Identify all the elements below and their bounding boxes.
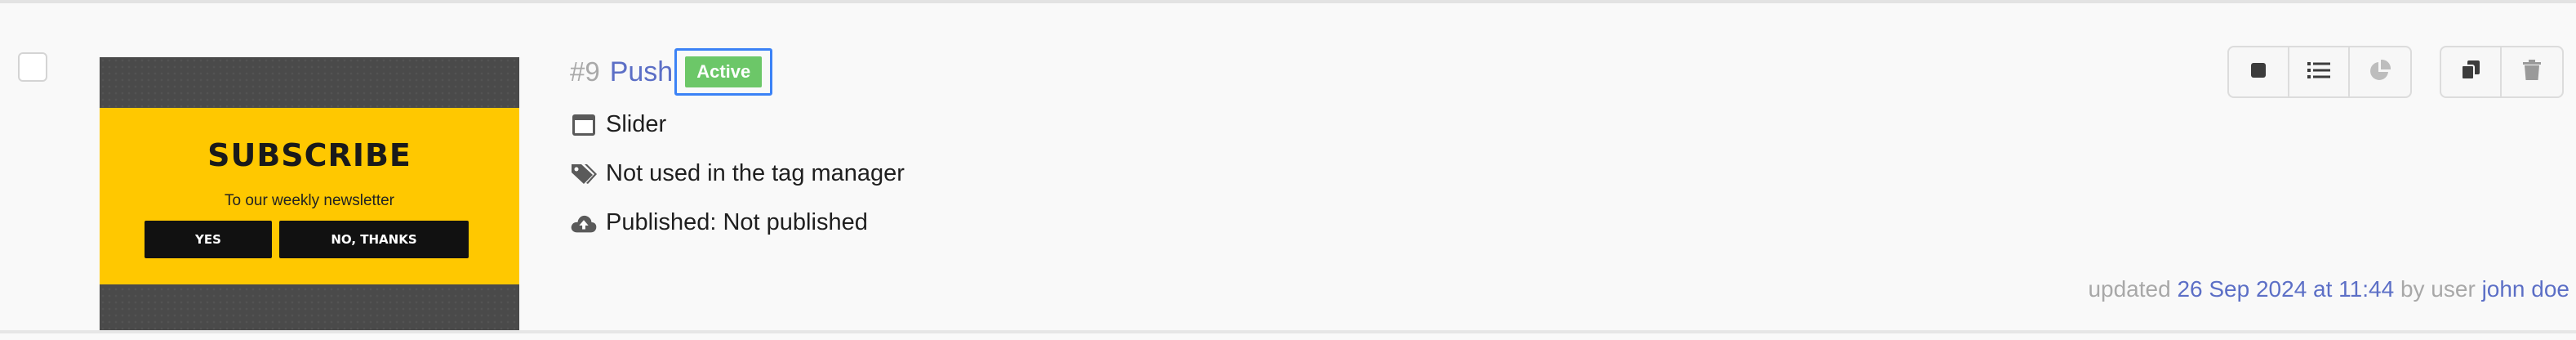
thumbnail-no-button: NO, THANKS [279,221,469,258]
thumbnail-yes-button: YES [145,221,272,258]
view-actions-group [2227,46,2412,98]
trash-icon [2523,59,2541,85]
cloud-upload-icon [570,211,598,235]
list-button[interactable] [2289,47,2350,96]
thumbnail-subtitle: To our weekly newsletter [224,192,395,209]
item-name-link[interactable]: Push [610,56,674,88]
edit-actions-group [2440,46,2564,98]
updated-by-text: by user [2400,276,2476,302]
item-title-line: #9 Push Active [570,48,773,96]
bottom-divider [0,330,2576,333]
meta-tag-row: Not used in the tag manager [570,160,905,187]
meta-published-row: Published: Not published [570,209,868,236]
meta-type-row: Slider [570,111,666,138]
tags-icon [570,162,598,186]
meta-tag-manager-label: Not used in the tag manager [606,160,905,186]
popup-thumbnail[interactable]: SUBSCRIBE To our weekly newsletter YES N… [100,57,519,330]
status-badge[interactable]: Active [685,56,763,87]
statistics-button[interactable] [2350,47,2410,96]
delete-button[interactable] [2502,47,2562,96]
updated-prefix: updated [2088,276,2171,302]
top-divider [0,0,2576,3]
list-icon [2307,61,2330,83]
copy-icon [2460,60,2481,85]
item-number: #9 [570,56,600,87]
stop-button[interactable] [2229,47,2289,96]
updated-user-link[interactable]: john doe [2482,276,2569,302]
meta-published-label: Published: Not published [606,209,868,235]
stop-icon [2249,61,2267,83]
thumbnail-title: SUBSCRIBE [207,137,412,173]
row-select-checkbox[interactable] [18,52,47,82]
duplicate-button[interactable] [2441,47,2502,96]
window-icon [570,113,598,137]
updated-date-link[interactable]: 26 Sep 2024 at 11:44 [2177,276,2394,302]
pie-chart-icon [2369,59,2391,86]
meta-type-label: Slider [606,111,667,137]
status-badge-focus-ring[interactable]: Active [674,48,773,96]
last-updated-info: updated 26 Sep 2024 at 11:44 by user joh… [2088,276,2569,302]
